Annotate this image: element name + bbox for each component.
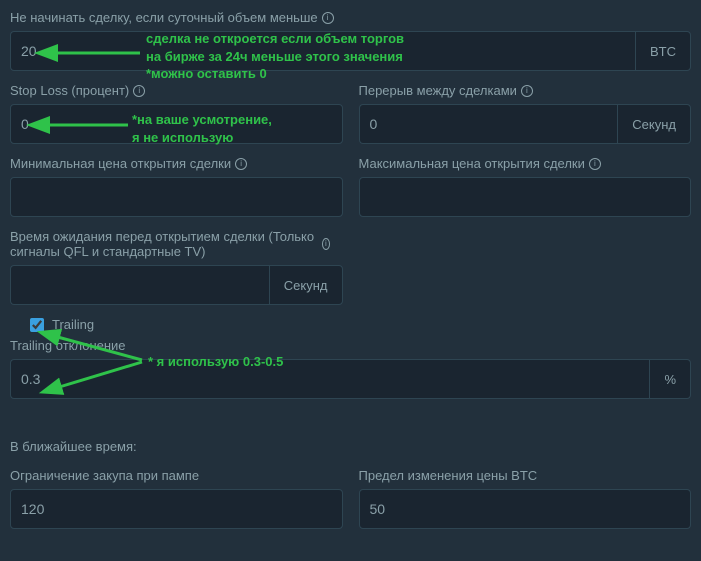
pump-limit-label: Ограничение закупа при пампе xyxy=(10,468,343,483)
label-text: Время ожидания перед открытием сделки (Т… xyxy=(10,229,318,259)
label-text: Перерыв между сделками xyxy=(359,83,517,98)
stop-loss-input[interactable] xyxy=(10,104,343,144)
label-text: Trailing отклонение xyxy=(10,338,126,353)
btc-price-limit-input[interactable] xyxy=(359,489,692,529)
trailing-deviation-input[interactable] xyxy=(10,359,649,399)
daily-volume-label: Не начинать сделку, если суточный объем … xyxy=(10,10,691,25)
daily-volume-input[interactable] xyxy=(10,31,635,71)
min-open-label: Минимальная цена открытия сделки i xyxy=(10,156,343,171)
trailing-deviation-label: Trailing отклонение xyxy=(10,338,691,353)
label-text: Stop Loss (процент) xyxy=(10,83,129,98)
break-between-suffix: Секунд xyxy=(617,104,691,144)
break-between-input[interactable] xyxy=(359,104,618,144)
info-icon[interactable]: i xyxy=(521,85,533,97)
wait-time-input[interactable] xyxy=(10,265,269,305)
info-icon[interactable]: i xyxy=(322,238,330,250)
break-between-label: Перерыв между сделками i xyxy=(359,83,692,98)
label-text: Максимальная цена открытия сделки xyxy=(359,156,585,171)
trailing-deviation-suffix: % xyxy=(649,359,691,399)
label-text: Предел изменения цены BTC xyxy=(359,468,538,483)
max-open-input[interactable] xyxy=(359,177,692,217)
info-icon[interactable]: i xyxy=(235,158,247,170)
coming-soon-title: В ближайшее время: xyxy=(10,439,691,454)
info-icon[interactable]: i xyxy=(133,85,145,97)
btc-price-limit-label: Предел изменения цены BTC xyxy=(359,468,692,483)
max-open-label: Максимальная цена открытия сделки i xyxy=(359,156,692,171)
pump-limit-input[interactable] xyxy=(10,489,343,529)
trailing-checkbox-row: Trailing xyxy=(30,317,691,332)
label-text: Минимальная цена открытия сделки xyxy=(10,156,231,171)
daily-volume-suffix: BTC xyxy=(635,31,691,71)
wait-time-label: Время ожидания перед открытием сделки (Т… xyxy=(10,229,330,259)
info-icon[interactable]: i xyxy=(322,12,334,24)
label-text: Ограничение закупа при пампе xyxy=(10,468,199,483)
label-text: Не начинать сделку, если суточный объем … xyxy=(10,10,318,25)
stop-loss-label: Stop Loss (процент) i xyxy=(10,83,343,98)
min-open-input[interactable] xyxy=(10,177,343,217)
wait-time-suffix: Секунд xyxy=(269,265,343,305)
trailing-checkbox[interactable] xyxy=(30,318,44,332)
trailing-checkbox-label: Trailing xyxy=(52,317,94,332)
info-icon[interactable]: i xyxy=(589,158,601,170)
